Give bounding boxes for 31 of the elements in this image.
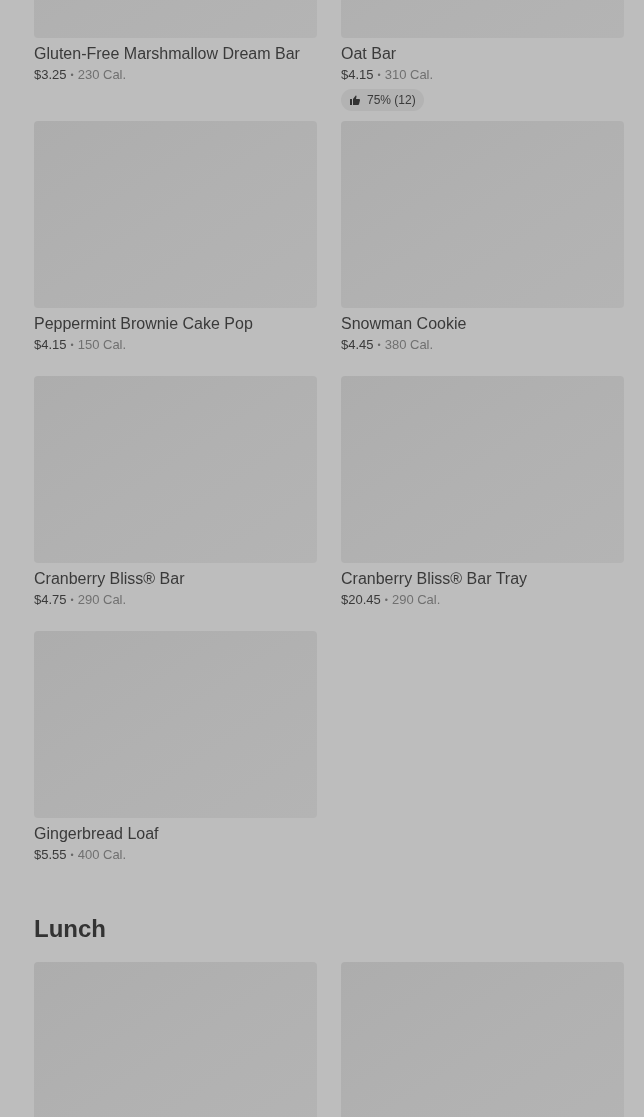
price: $5.55 xyxy=(34,846,67,864)
calories: 150 Cal. xyxy=(77,336,127,354)
price: $4.75 xyxy=(34,591,67,609)
product-name[interactable]: Cranberry Bliss® Bar xyxy=(34,568,317,590)
separator: • xyxy=(70,594,74,607)
price: $4.45 xyxy=(341,336,374,354)
product-name[interactable]: Snowman Cookie xyxy=(341,313,624,335)
product-name[interactable]: Gluten-Free Marshmallow Dream Bar xyxy=(34,43,317,65)
separator: • xyxy=(70,339,74,352)
price: $3.25 xyxy=(34,66,67,84)
separator: • xyxy=(377,69,381,82)
price: $20.45 xyxy=(341,591,381,609)
thumbs-up-icon xyxy=(349,94,361,106)
separator: • xyxy=(70,849,74,862)
separator: • xyxy=(377,339,381,352)
calories: 400 Cal. xyxy=(77,846,127,864)
calories: 290 Cal. xyxy=(77,591,127,609)
rating-badge: 75% (12) xyxy=(341,89,424,111)
calories: 380 Cal. xyxy=(384,336,434,354)
calories: 290 Cal. xyxy=(391,591,441,609)
calories: 230 Cal. xyxy=(77,66,127,84)
separator: • xyxy=(70,69,74,82)
price: $4.15 xyxy=(341,66,374,84)
product-name[interactable]: Gingerbread Loaf xyxy=(34,823,317,845)
calories: 310 Cal. xyxy=(384,66,434,84)
separator: • xyxy=(384,594,388,607)
product-name[interactable]: Cranberry Bliss® Bar Tray xyxy=(341,568,624,590)
product-name[interactable]: Oat Bar xyxy=(341,43,624,65)
product-name[interactable]: Peppermint Brownie Cake Pop xyxy=(34,313,317,335)
price: $4.15 xyxy=(34,336,67,354)
section-heading: Lunch xyxy=(34,914,107,944)
